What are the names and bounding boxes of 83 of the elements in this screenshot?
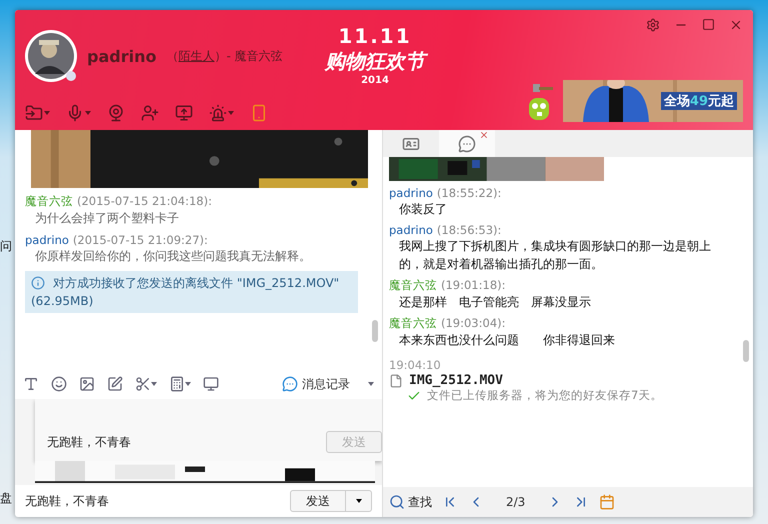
folder-arrow-icon [25,104,43,122]
history-button[interactable]: 消息记录 [276,374,356,394]
voice-button[interactable] [66,104,91,122]
side-tab[interactable] [439,130,495,157]
signature-text: 无跑鞋，不青春 [25,492,109,510]
signature-text: 无跑鞋，不青春 [47,434,131,450]
sender-name: 魔音六弦 [389,278,437,293]
caret-icon [228,111,234,115]
calendar-icon [599,494,616,510]
settings-icon [646,18,660,32]
message-time: (2015-07-15 21:09:27): [72,233,208,247]
alert-button[interactable] [209,104,234,122]
file-name: IMG_2512.MOV [409,373,503,388]
message-time: (2015-07-15 21:04:18): [77,194,212,209]
caret-icon [151,382,157,386]
upload-status: 文件已上传服务器，将为您的好友保存7天。 [427,388,662,403]
image-icon [79,376,95,392]
notice-text: 对方成功接收了您发送的离线文件 "IMG_2512.MOV" (62.95MB) [25,271,358,313]
message-time: (19:03:04): [441,316,506,331]
banner-year: 2014 [361,75,389,86]
message-time: 19:04:10 [389,358,441,372]
message-text: 为什么会掉了两个塑料卡子 [34,210,180,227]
calendar-button[interactable] [599,494,616,510]
caret-icon [85,111,91,115]
info-icon [31,276,45,290]
file-transfer-button[interactable] [25,104,50,122]
message-time: (18:56:53): [436,223,502,237]
siren-icon [209,104,227,122]
message-text: 本来东西也没什么问题 你非得退回来 [398,332,616,349]
group-name: ）- 魔音六弦 [214,48,283,64]
message-text: 你原样发回给你的，你问我这些问题我真无法解释。 [34,248,312,265]
sender-name: 魔音六弦 [389,316,437,331]
desktop-label: 问 [0,238,12,255]
message-time: (18:55:22): [436,186,502,200]
scrollbar-thumb[interactable] [743,340,749,362]
message-text: 还是那样 电子管能亮 屏幕没显示 [398,294,592,311]
caret-icon [368,382,374,386]
page-indicator: 2/3 [506,495,526,509]
add-person-icon [141,104,159,122]
chat-bubble-icon [458,134,476,152]
message-text: 我网上搜了下拆机图片，集成块有圆形缺口的那一边是朝上的，就是对着机器输出插孔的那一面。 [398,238,712,273]
settings-button[interactable] [646,18,660,32]
find-button[interactable]: 查找 [389,494,432,510]
close-icon [729,18,743,32]
video-button[interactable] [107,104,125,122]
sender-name: padrino [389,223,433,237]
chat-bubble-icon [282,376,298,392]
sender-name: padrino [389,186,433,200]
contact-name: padrino [87,46,156,66]
desktop-label: 盘 [0,490,12,507]
sender-name: 魔音六弦 [25,194,73,209]
phone-icon [250,104,268,122]
add-person-button[interactable] [141,104,159,122]
message-time: (19:01:18): [441,278,506,293]
screen-share-button[interactable] [175,104,193,122]
monitor-icon [203,376,219,392]
send-options-button[interactable] [346,490,372,512]
avatar [25,30,77,82]
scissors-icon [135,376,151,392]
caret-icon [356,499,362,503]
search-icon [389,494,405,510]
close-button[interactable] [729,18,743,32]
paren-text: （ [166,48,178,64]
ad-text: 全场49元起 [660,92,737,110]
edit-icon [107,376,123,392]
webcam-icon [107,104,125,122]
microphone-icon [66,104,84,122]
font-icon [23,376,39,392]
sender-name: padrino [25,233,69,247]
maximize-button[interactable] [702,18,715,32]
ad-banner[interactable]: 全场49元起 [563,80,743,122]
banner-number: 11.11 [338,24,412,48]
caret-icon [185,382,191,386]
send-button[interactable]: 发送 [290,490,346,512]
close-icon [479,130,489,140]
calculator-icon [169,376,185,392]
scrollbar-thumb[interactable] [372,320,378,342]
emoji-icon [51,376,67,392]
file-icon [389,374,403,388]
message-text: 你装反了 [398,201,448,218]
caret-icon [44,111,50,115]
monitor-arrow-icon [175,104,193,122]
maximize-icon [702,18,715,31]
